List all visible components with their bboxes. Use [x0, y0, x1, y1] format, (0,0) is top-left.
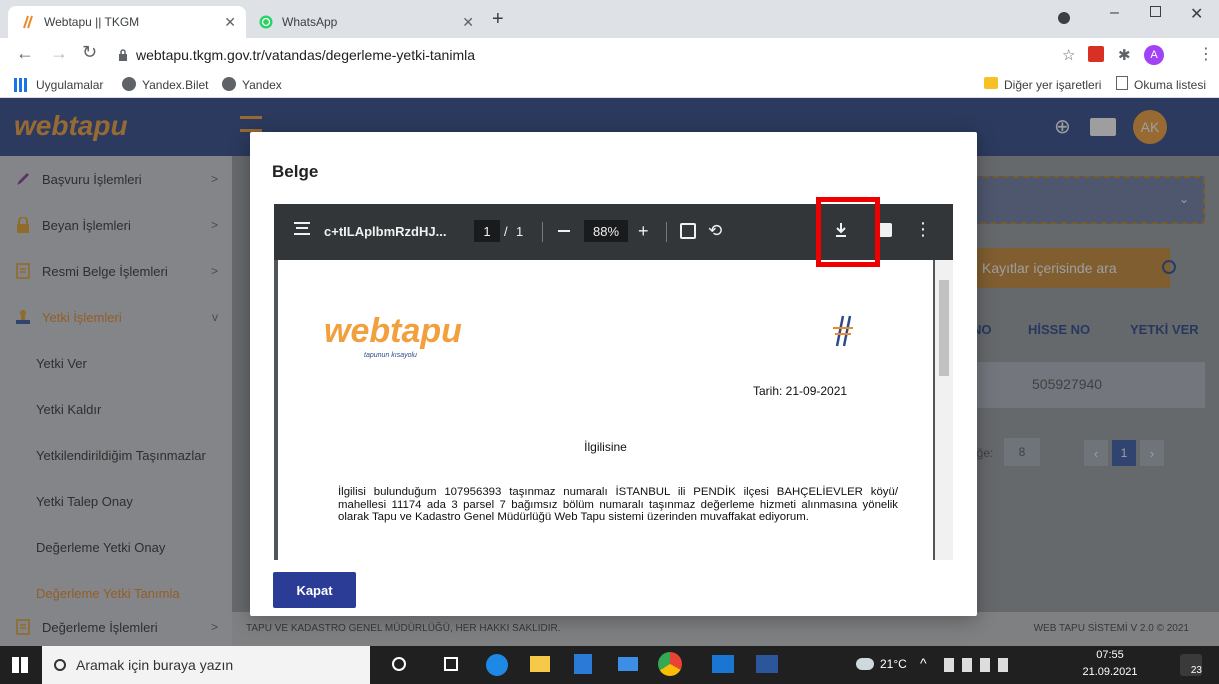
address-bar[interactable]: webtapu.tkgm.gov.tr/vatandas/degerleme-y…: [108, 41, 1008, 69]
mail-app-icon[interactable]: [618, 657, 638, 671]
forward-icon[interactable]: →: [50, 43, 68, 64]
tkgm-logo-icon: [832, 314, 854, 348]
globe-icon: [122, 77, 136, 91]
back-icon[interactable]: ←: [16, 43, 34, 64]
weather-icon: [856, 658, 874, 670]
close-window-icon[interactable]: ✕: [1190, 4, 1203, 24]
document-heading: İlgilisine: [584, 440, 627, 454]
close-button[interactable]: Kapat: [273, 572, 356, 608]
bookmark-apps[interactable]: Uygulamalar: [36, 78, 103, 92]
chrome-icon[interactable]: [658, 652, 682, 676]
tab-title: Webtapu || TKGM: [44, 15, 140, 29]
cortana-icon[interactable]: [392, 657, 406, 671]
pdf-page-separator: /: [504, 224, 508, 239]
document-webtapu-logo: webtapu: [324, 312, 462, 350]
menu-dots-icon[interactable]: ⋮: [1198, 44, 1214, 64]
folder-icon: [984, 77, 998, 89]
pdf-zoom-input[interactable]: 88%: [584, 220, 628, 242]
reading-list-icon: [1116, 76, 1128, 90]
outlook-icon[interactable]: [712, 655, 734, 673]
tab-webtapu[interactable]: Webtapu || TKGM ✕: [8, 6, 246, 38]
fit-page-icon[interactable]: [680, 223, 696, 239]
windows-taskbar: Aramak için buraya yazın 21°C ^ 07:55 21…: [0, 646, 1219, 684]
tray-chevron-icon[interactable]: ^: [920, 655, 927, 671]
whatsapp-icon: [258, 14, 274, 30]
temperature: 21°C: [880, 657, 907, 671]
pdf-divider: [666, 222, 667, 242]
bookmark-yandex[interactable]: Yandex: [242, 78, 282, 92]
close-tab-icon[interactable]: ✕: [462, 14, 474, 31]
taskbar-search-placeholder: Aramak için buraya yazın: [76, 657, 234, 673]
apps-grid-icon: [14, 78, 28, 92]
zoom-out-icon[interactable]: [558, 230, 570, 232]
word-icon[interactable]: [756, 655, 778, 673]
pdf-more-icon[interactable]: ⋮: [914, 219, 932, 240]
bookmark-reading-list[interactable]: Okuma listesi: [1134, 78, 1206, 92]
pdf-viewer[interactable]: webtapu tapunun kısayolu Tarih: 21-09-20…: [274, 260, 953, 560]
reload-icon[interactable]: ↻: [82, 42, 97, 63]
pdf-divider: [542, 222, 543, 242]
document-logo-tagline: tapunun kısayolu: [364, 352, 417, 359]
new-tab-icon[interactable]: +: [492, 8, 504, 31]
search-icon: [54, 659, 66, 671]
store-icon[interactable]: [574, 654, 592, 674]
download-highlight-box: [816, 197, 880, 267]
clock-date[interactable]: 21.09.2021: [1072, 666, 1148, 678]
document-date: Tarih: 21-09-2021: [753, 384, 848, 398]
task-view-icon[interactable]: [444, 657, 458, 671]
browser-tab-strip: Webtapu || TKGM ✕ WhatsApp ✕ + – ✕: [0, 0, 1219, 38]
url-text: webtapu.tkgm.gov.tr/vatandas/degerleme-y…: [136, 47, 476, 63]
pdf-filename: c+tILAplbmRzdHJ...: [324, 224, 447, 239]
pdf-page-total: 1: [516, 224, 524, 239]
modal-title: Belge: [272, 162, 319, 181]
bookmark-star-icon[interactable]: ☆: [1062, 46, 1075, 64]
system-tray-icons[interactable]: [944, 658, 1014, 672]
notification-count: 23: [1190, 665, 1202, 676]
profile-avatar[interactable]: A: [1144, 45, 1164, 65]
clock-time[interactable]: 07:55: [1080, 649, 1140, 661]
pdf-scrollbar[interactable]: [935, 260, 953, 560]
file-explorer-icon[interactable]: [530, 656, 550, 672]
notification-center-icon[interactable]: 23: [1180, 654, 1202, 676]
minimize-icon[interactable]: –: [1110, 4, 1119, 22]
tab-title: WhatsApp: [282, 15, 338, 29]
edge-icon[interactable]: [486, 654, 508, 676]
browser-toolbar: ← → ↻ webtapu.tkgm.gov.tr/vatandas/deger…: [0, 38, 1219, 72]
pdf-page-input[interactable]: 1: [474, 220, 500, 242]
zoom-in-icon[interactable]: +: [638, 221, 649, 242]
tkgm-favicon-icon: [20, 14, 36, 30]
maximize-icon[interactable]: [1150, 6, 1161, 17]
bookmarks-bar: Uygulamalar Yandex.Bilet Yandex Diğer ye…: [0, 72, 1219, 98]
bookmark-yandex-bilet[interactable]: Yandex.Bilet: [142, 78, 209, 92]
pdf-menu-icon-line: [296, 227, 308, 229]
close-tab-icon[interactable]: ✕: [224, 14, 236, 31]
taskbar-search[interactable]: Aramak için buraya yazın: [42, 646, 370, 684]
extensions-icon[interactable]: ✱: [1118, 46, 1131, 64]
document-body: İlgilisi bulunduğum 107956393 taşınmaz n…: [338, 486, 898, 523]
pdf-scrollbar-thumb[interactable]: [939, 280, 949, 376]
globe-icon: [222, 77, 236, 91]
pdf-extension-icon[interactable]: [1088, 46, 1104, 62]
tab-search-icon[interactable]: [1058, 12, 1070, 24]
pdf-page: webtapu tapunun kısayolu Tarih: 21-09-20…: [278, 260, 933, 560]
rotate-icon[interactable]: ⟲: [708, 221, 722, 241]
windows-start-icon[interactable]: [12, 657, 28, 673]
tab-whatsapp[interactable]: WhatsApp ✕: [246, 6, 484, 38]
lock-icon: [118, 49, 128, 61]
bookmark-other[interactable]: Diğer yer işaretleri: [1004, 78, 1101, 92]
